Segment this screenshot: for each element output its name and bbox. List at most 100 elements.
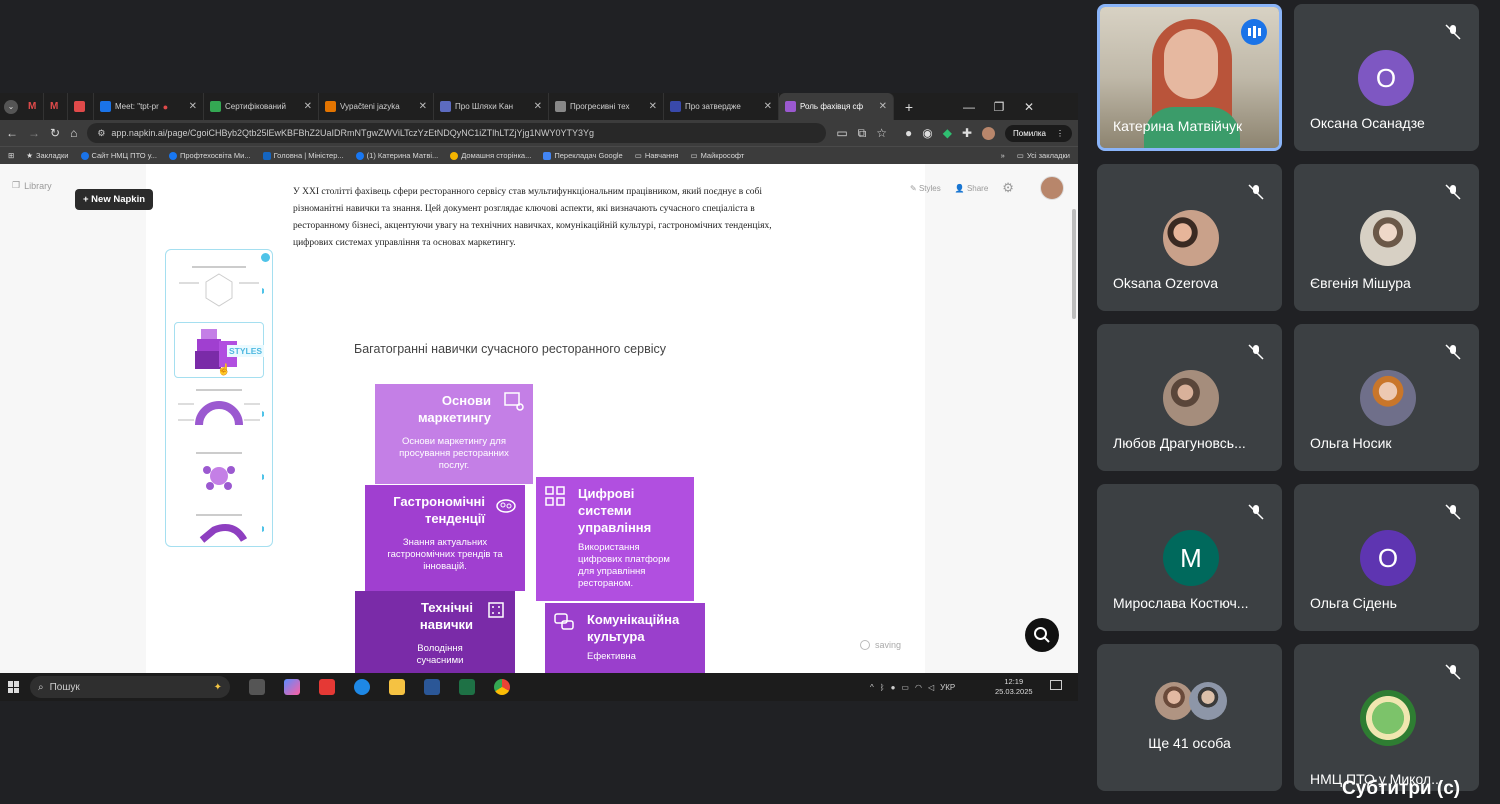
notifications-icon[interactable]	[1050, 680, 1062, 690]
mic-icon[interactable]: ●	[891, 683, 896, 692]
participant-tile[interactable]: НМЦ ПТО у Микол...	[1294, 644, 1479, 791]
participant-tile[interactable]: Любов Драгуновсь...	[1097, 324, 1282, 471]
share-button[interactable]: 👤 Share	[955, 184, 989, 193]
bluetooth-icon[interactable]: ᛒ	[880, 683, 885, 692]
settings-icon[interactable]: ⚙	[1002, 180, 1014, 196]
participant-tile-speaker[interactable]: Катерина Матвійчук	[1097, 4, 1282, 151]
error-button[interactable]: Помилка ⋮	[1005, 124, 1072, 142]
browser-tab-shlyakhy[interactable]: Про Шляхи Kaн ✕	[434, 93, 549, 120]
apps-icon[interactable]: ⊞	[8, 151, 14, 160]
bookmark-item[interactable]: Головна | Міністер...	[262, 151, 344, 160]
word-icon[interactable]	[424, 679, 440, 695]
style-thumb-5[interactable]	[174, 510, 268, 544]
profile-avatar-icon[interactable]	[982, 126, 996, 140]
bookmark-item[interactable]: ★ Закладки	[26, 151, 68, 160]
more-participants-tile[interactable]: Ще 41 особа	[1097, 644, 1282, 791]
language-indicator[interactable]: УКР	[940, 683, 955, 692]
browser-tab-progres[interactable]: Прогресивні тех ✕	[549, 93, 664, 120]
block-marketing[interactable]: Основи маркетингу Основи маркетингу для …	[375, 384, 533, 484]
extension-icon[interactable]: ●	[905, 126, 912, 140]
page-scrollbar[interactable]	[1072, 209, 1076, 319]
site-info-icon[interactable]: ⚙	[97, 128, 105, 139]
bookmark-item[interactable]: Профтехосвіта Ми...	[168, 151, 251, 160]
participant-tile[interactable]: M Мирослава Костюч...	[1097, 484, 1282, 631]
block-communication[interactable]: Комунікаційна культура Ефективна	[545, 603, 705, 673]
cast-icon[interactable]: ▭	[836, 126, 847, 140]
close-tab-icon[interactable]: ✕	[649, 101, 657, 112]
reload-icon[interactable]: ↻	[50, 126, 60, 140]
zoom-button[interactable]	[1025, 618, 1059, 652]
chevron-up-icon[interactable]: ^	[870, 683, 874, 692]
style-thumb-3[interactable]	[174, 385, 268, 441]
battery-icon[interactable]: ▭	[901, 683, 909, 692]
browser-tab-vyp[interactable]: Vypačteni jazyka ✕	[319, 93, 434, 120]
browser-tab-gmail-2[interactable]: M	[44, 93, 68, 120]
bookmark-item[interactable]: Сайт НМЦ ПТО у...	[80, 151, 157, 160]
browser-tab-meet[interactable]: Meet: "tpt-pr ● ✕	[94, 93, 204, 120]
app-icon[interactable]	[319, 679, 335, 695]
back-icon[interactable]: ←	[6, 126, 18, 140]
taskbar-search[interactable]: ⌕ Пошук ✦	[30, 676, 230, 698]
style-thumb-2-selected[interactable]: STYLES ☝	[174, 322, 269, 378]
bookmark-item[interactable]: Домашня сторінка...	[450, 151, 531, 160]
translate-icon[interactable]: ⧉	[858, 126, 867, 141]
style-thumb-1[interactable]	[174, 260, 268, 316]
close-tab-icon[interactable]: ✕	[189, 101, 197, 112]
browser-tab-zatv[interactable]: Про затвердже ✕	[664, 93, 779, 120]
browser-tab-3[interactable]	[68, 93, 94, 120]
style-thumb-4[interactable]	[174, 448, 268, 504]
block-digital[interactable]: Цифрові системи управління Використання …	[536, 477, 694, 601]
gmail-icon: M	[50, 101, 59, 112]
edge-icon[interactable]	[354, 679, 370, 695]
captions-toggle[interactable]: Субтитри (c)	[1342, 778, 1460, 800]
more-bookmarks-icon[interactable]: »	[1001, 151, 1005, 160]
excel-icon[interactable]	[459, 679, 475, 695]
extension-icon[interactable]: ◉	[922, 126, 932, 140]
all-bookmarks-folder[interactable]: ▭ Усі закладки	[1017, 151, 1070, 160]
browser-tab-gmail-1[interactable]: M	[22, 93, 44, 120]
participant-tile[interactable]: Євгенія Мішура	[1294, 164, 1479, 311]
new-napkin-button[interactable]: + New Napkin	[75, 189, 154, 210]
bookmark-item[interactable]: (1) Катерина Матві...	[355, 151, 438, 160]
tab-search-icon[interactable]: ⌄	[0, 99, 22, 114]
forward-icon[interactable]: →	[28, 126, 40, 140]
new-tab-button[interactable]: +	[894, 99, 924, 115]
close-tab-icon[interactable]: ✕	[419, 101, 427, 112]
close-tab-icon[interactable]: ✕	[534, 101, 542, 112]
participant-tile[interactable]: O Ольга Сідень	[1294, 484, 1479, 631]
browser-tab-cert[interactable]: Сертифікований ✕	[204, 93, 319, 120]
close-tab-icon[interactable]: ✕	[304, 101, 312, 112]
copilot-icon[interactable]	[284, 679, 300, 695]
windows-taskbar: ⌕ Пошук ✦ ^ ᛒ ● ▭ ◠ ◁ УКР 12:19 25.03.2025	[0, 673, 1078, 701]
library-link[interactable]: ❐ Library	[12, 180, 52, 191]
participant-tile[interactable]: Oksana Ozerova	[1097, 164, 1282, 311]
block-technical[interactable]: Технічні навички Володіння сучасними	[355, 591, 515, 673]
block-gastro[interactable]: Гастрономічні тенденції Знання актуальни…	[365, 485, 525, 591]
sheet-icon	[210, 101, 221, 112]
url-field[interactable]: ⚙ app.napkin.ai/page/CgoiCHByb2Qtb25lEwKB…	[87, 123, 827, 143]
bookmark-item[interactable]: Перекладач Google	[543, 151, 623, 160]
wifi-icon[interactable]: ◠	[915, 683, 922, 692]
close-tab-icon[interactable]: ✕	[879, 101, 887, 112]
file-explorer-icon[interactable]	[389, 679, 405, 695]
close-window-button[interactable]: ✕	[1014, 100, 1044, 114]
restore-button[interactable]: ❐	[984, 100, 1014, 114]
volume-icon[interactable]: ◁	[928, 683, 934, 692]
extensions-puzzle-icon[interactable]: ✚	[962, 126, 972, 140]
minimize-button[interactable]: —	[954, 100, 984, 114]
user-avatar[interactable]	[1040, 176, 1064, 200]
styles-button[interactable]: ✎ Styles	[910, 184, 941, 193]
extension-icon[interactable]: ◆	[943, 126, 952, 140]
taskbar-clock[interactable]: 12:19 25.03.2025	[995, 677, 1033, 697]
browser-tab-napkin[interactable]: Роль фахівця сф ✕	[779, 93, 894, 120]
bookmark-folder[interactable]: ▭ Майкрософт	[691, 151, 745, 160]
task-view-icon[interactable]	[249, 679, 265, 695]
bookmark-folder[interactable]: ▭ Навчання	[635, 151, 679, 160]
windows-start-icon[interactable]	[8, 681, 20, 693]
home-icon[interactable]: ⌂	[70, 126, 77, 140]
close-tab-icon[interactable]: ✕	[764, 101, 772, 112]
chrome-icon[interactable]	[494, 679, 510, 695]
participant-tile[interactable]: Ольга Носик	[1294, 324, 1479, 471]
bookmark-star-icon[interactable]: ☆	[876, 126, 887, 140]
participant-tile[interactable]: O Оксана Осанадзе	[1294, 4, 1479, 151]
